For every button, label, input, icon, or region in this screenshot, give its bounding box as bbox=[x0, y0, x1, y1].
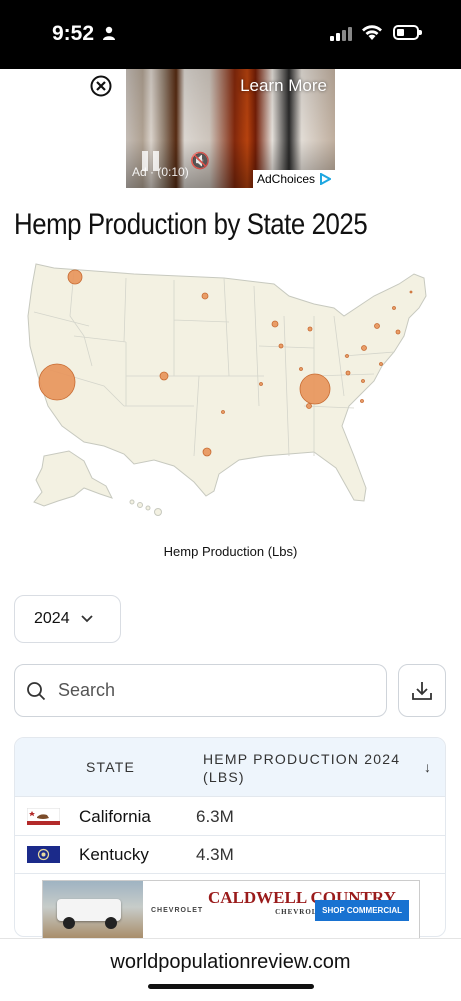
state-bubble-pennsylvania[interactable] bbox=[361, 345, 367, 351]
bottom-banner-ad[interactable]: CHEVROLET CALDWELL COUNTRY CHEVROLET SHO… bbox=[42, 880, 420, 940]
state-bubble-ohio[interactable] bbox=[345, 354, 349, 358]
state-bubble-tennessee[interactable] bbox=[306, 403, 312, 409]
contiguous-us-shape bbox=[27, 263, 427, 502]
adchoices-icon bbox=[320, 173, 331, 185]
adchoices-label: AdChoices bbox=[256, 172, 315, 186]
state-bubble-wisconsin[interactable] bbox=[271, 320, 279, 328]
state-bubble-indiana[interactable] bbox=[299, 367, 303, 371]
state-bubble-oklahoma[interactable] bbox=[221, 410, 225, 414]
state-bubble-virginia[interactable] bbox=[361, 379, 365, 383]
status-bar: 9:52 bbox=[0, 0, 461, 69]
table-header: STATE HEMP PRODUCTION 2024 (LBS) ↓ bbox=[15, 738, 445, 797]
state-bubble-north-carolina[interactable] bbox=[360, 399, 364, 403]
year-select-value: 2024 bbox=[34, 610, 70, 627]
wifi-icon bbox=[362, 25, 382, 40]
map-caption: Hemp Production (Lbs) bbox=[163, 544, 298, 559]
status-time: 9:52 bbox=[52, 22, 95, 45]
browser-address-bar[interactable]: worldpopulationreview.com bbox=[0, 938, 461, 1001]
column-header-production[interactable]: HEMP PRODUCTION 2024 (LBS) bbox=[203, 750, 413, 786]
state-bubble-colorado[interactable] bbox=[159, 371, 169, 381]
home-indicator[interactable] bbox=[148, 984, 314, 989]
state-bubble-illinois[interactable] bbox=[278, 343, 284, 349]
state-bubble-maine[interactable] bbox=[409, 290, 413, 294]
row-state-name: California bbox=[79, 807, 151, 826]
table-row[interactable]: Kentucky 4.3M bbox=[15, 835, 445, 874]
mute-icon[interactable]: 🔇 bbox=[190, 151, 210, 171]
download-button[interactable] bbox=[398, 664, 446, 717]
kentucky-flag-icon bbox=[27, 846, 60, 863]
row-production-value: 6.3M bbox=[196, 807, 234, 826]
alaska-shape bbox=[33, 450, 113, 507]
year-select[interactable]: 2024 bbox=[14, 595, 121, 643]
table-row[interactable]: California 6.3M bbox=[15, 797, 445, 836]
us-map bbox=[27, 263, 427, 516]
state-bubble-virginia-west[interactable] bbox=[345, 370, 351, 376]
state-bubble-vermont[interactable] bbox=[392, 306, 396, 310]
hawaii-shape bbox=[129, 499, 162, 516]
state-bubble-washington[interactable] bbox=[67, 269, 83, 285]
california-flag-icon bbox=[27, 808, 60, 825]
person-icon bbox=[103, 26, 115, 40]
state-bubble-new-jersey[interactable] bbox=[379, 362, 383, 366]
adchoices-link[interactable]: AdChoices bbox=[252, 170, 335, 188]
row-state-name: Kentucky bbox=[79, 845, 149, 864]
state-bubble-kentucky[interactable] bbox=[299, 373, 331, 405]
cellular-signal-icon bbox=[330, 27, 352, 41]
domain-text: worldpopulationreview.com bbox=[110, 951, 351, 973]
search-icon bbox=[27, 681, 46, 700]
ad-brand: CHEVROLET bbox=[151, 907, 204, 914]
arrow-down-icon[interactable]: ↓ bbox=[424, 759, 431, 775]
state-bubble-new-york[interactable] bbox=[374, 323, 380, 329]
row-production-value: 4.3M bbox=[196, 845, 234, 864]
state-bubble-michigan[interactable] bbox=[307, 326, 313, 332]
state-bubble-missouri[interactable] bbox=[259, 382, 263, 386]
state-bubble-texas[interactable] bbox=[202, 447, 212, 457]
state-bubble-connecticut[interactable] bbox=[395, 329, 401, 335]
close-icon[interactable] bbox=[90, 75, 112, 97]
battery-icon bbox=[393, 25, 422, 40]
chevron-down-icon bbox=[80, 615, 93, 623]
ad-timer: Ad · (0:10) bbox=[132, 165, 189, 179]
state-bubble-north-dakota[interactable] bbox=[201, 292, 209, 300]
search-input[interactable] bbox=[56, 679, 360, 702]
search-box[interactable] bbox=[14, 664, 387, 717]
truck-image bbox=[43, 881, 143, 939]
top-video-ad[interactable]: Learn More 🔇 Ad · (0:10) AdChoices bbox=[126, 69, 335, 188]
ad-learn-more-link[interactable]: Learn More bbox=[240, 76, 327, 96]
column-header-state[interactable]: STATE bbox=[86, 759, 135, 775]
page-title: Hemp Production by State 2025 bbox=[14, 208, 368, 241]
state-bubble-california[interactable] bbox=[38, 363, 76, 401]
ad-cta-button[interactable]: SHOP COMMERCIAL bbox=[315, 900, 409, 921]
download-icon bbox=[412, 681, 432, 700]
